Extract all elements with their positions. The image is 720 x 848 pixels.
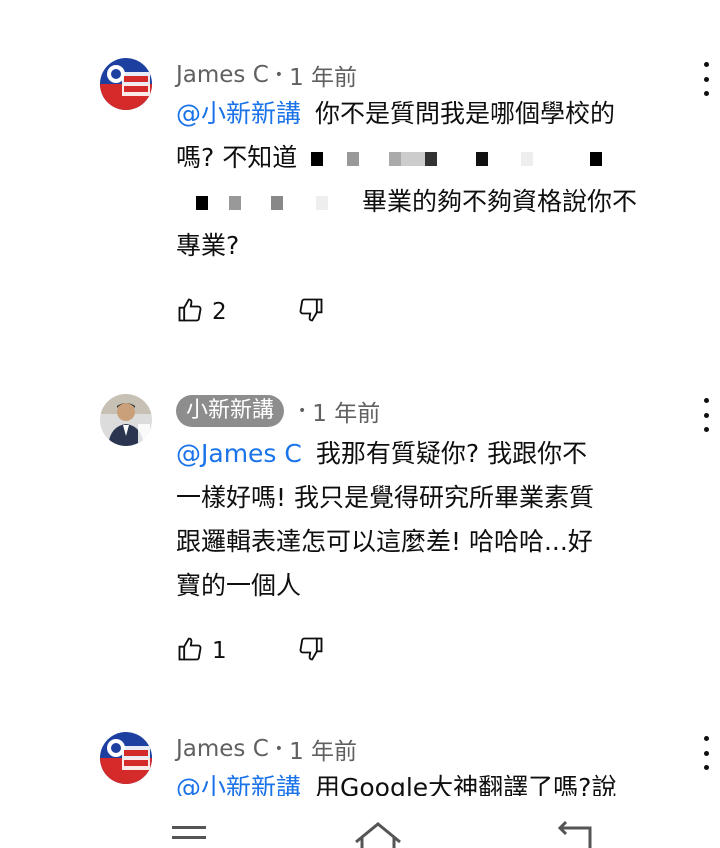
comment-line: 專業?: [176, 231, 240, 260]
flag-avatar-image: [100, 732, 152, 784]
author-name[interactable]: James C: [176, 62, 269, 88]
separator-dot: •: [274, 67, 284, 83]
comment-line: 寶的一個人: [176, 571, 302, 600]
comment-meta: James C • 1 年前: [176, 60, 358, 91]
flag-avatar-image: [100, 58, 152, 110]
like-count: 1: [212, 638, 227, 664]
mention-link[interactable]: @James C: [176, 439, 302, 468]
separator-dot: •: [298, 403, 307, 419]
comment-line: 用Google大神翻譯了嗎?說: [315, 773, 617, 796]
more-options-icon[interactable]: [696, 736, 716, 770]
comment-actions: 2: [176, 294, 325, 330]
avatar[interactable]: [100, 732, 152, 784]
bottom-navigation-bar: [0, 810, 720, 848]
timestamp: 1 年前: [289, 65, 358, 91]
dislike-icon[interactable]: [297, 635, 325, 667]
avatar[interactable]: [100, 58, 152, 110]
like-count: 2: [212, 299, 227, 325]
comment-meta: 小新新講 • 1 年前: [176, 395, 381, 427]
like-icon[interactable]: [176, 635, 204, 667]
timestamp: 1 年前: [289, 739, 358, 765]
more-options-icon[interactable]: [696, 62, 716, 96]
comment-actions: 1: [176, 633, 325, 669]
redacted-block: [196, 196, 346, 210]
comment-line: 一樣好嗎! 我只是覺得研究所畢業素質: [176, 483, 594, 512]
mention-link[interactable]: @小新新講: [176, 99, 301, 128]
comment-line: 你不是質問我是哪個學校的: [315, 99, 616, 128]
comment-meta: James C • 1 年前: [176, 734, 358, 765]
avatar[interactable]: [100, 394, 152, 446]
mention-link[interactable]: @小新新講: [176, 773, 301, 796]
home-icon[interactable]: [352, 820, 404, 848]
comment-text: @小新新講 用Google大神翻譯了嗎?說: [176, 766, 696, 796]
like-icon[interactable]: [176, 296, 204, 328]
menu-icon[interactable]: [170, 824, 210, 848]
separator-dot: •: [274, 741, 284, 757]
comment-text: @James C 我那有質疑你? 我跟你不 一樣好嗎! 我只是覺得研究所畢業素質 …: [176, 432, 696, 608]
dislike-icon[interactable]: [297, 296, 325, 328]
creator-badge[interactable]: 小新新講: [176, 395, 285, 427]
more-options-icon[interactable]: [696, 398, 716, 432]
comment-line: 嗎? 不知道: [176, 143, 298, 172]
comment-line: 畢業的夠不夠資格說你不: [361, 187, 637, 216]
timestamp: 1 年前: [312, 401, 381, 427]
back-icon[interactable]: [556, 820, 596, 848]
author-name[interactable]: James C: [176, 736, 269, 762]
redacted-block: [311, 152, 612, 166]
comment-text: @小新新講 你不是質問我是哪個學校的 嗎? 不知道 畢業的夠不夠資格說你不 專業?: [176, 92, 696, 268]
comment-line: 我那有質疑你? 我跟你不: [315, 439, 588, 468]
comment-line: 跟邏輯表達怎可以這麼差! 哈哈哈...好: [176, 527, 593, 556]
person-avatar-image: [100, 394, 152, 446]
